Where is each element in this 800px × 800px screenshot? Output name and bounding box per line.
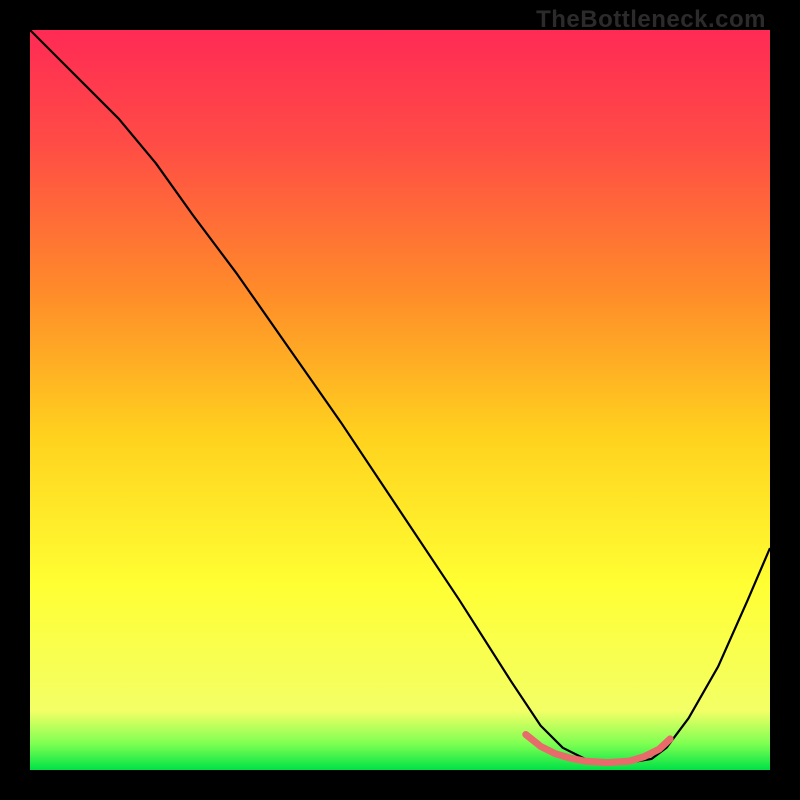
chart-background xyxy=(30,30,770,770)
chart-svg xyxy=(30,30,770,770)
chart-frame xyxy=(30,30,770,770)
